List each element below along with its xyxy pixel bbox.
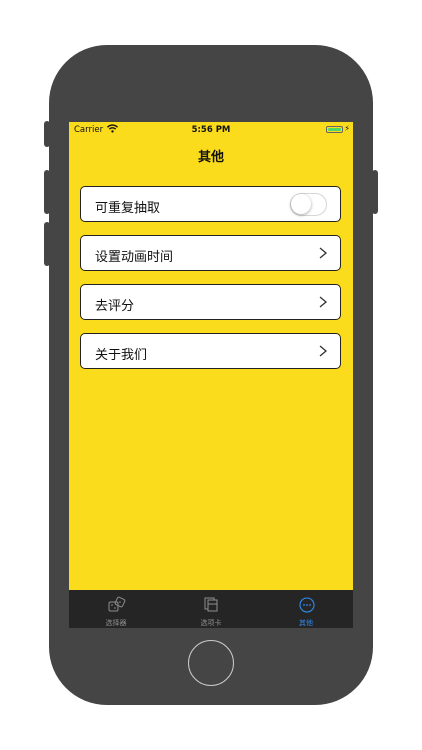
- chevron-right-icon: [319, 345, 328, 357]
- more-icon: [299, 597, 315, 613]
- row-label: 可重复抽取: [95, 201, 161, 216]
- row-rate[interactable]: 去评分: [80, 284, 341, 320]
- tab-other[interactable]: 其他: [259, 590, 353, 628]
- tab-bar: 选择器 选项卡 其他: [69, 590, 353, 628]
- repeat-draw-toggle[interactable]: [290, 193, 327, 216]
- volume-up-button: [44, 170, 50, 214]
- volume-down-button: [44, 222, 50, 266]
- toggle-knob: [291, 194, 311, 214]
- row-label: 关于我们: [95, 348, 148, 363]
- chevron-right-icon: [319, 247, 328, 259]
- status-time: 5:56 PM: [191, 125, 231, 135]
- mute-switch: [44, 121, 50, 147]
- row-repeat-draw[interactable]: 可重复抽取: [80, 186, 341, 222]
- app-screen: Carrier 5:56 PM ⚡ 其他 可重复抽取 设置动画时间 去评分 关于…: [69, 122, 353, 628]
- tab-label: 其他: [299, 619, 313, 627]
- chevron-right-icon: [319, 296, 328, 308]
- page-title: 其他: [197, 150, 224, 165]
- home-button[interactable]: [188, 640, 234, 686]
- dice-icon: [108, 596, 126, 612]
- row-about-us[interactable]: 关于我们: [80, 333, 341, 369]
- battery-icon: [326, 126, 343, 133]
- power-button: [372, 170, 378, 214]
- tab-label: 选择器: [105, 619, 127, 627]
- tab-cards[interactable]: 选项卡: [164, 590, 258, 628]
- row-label: 设置动画时间: [95, 250, 174, 265]
- row-animation-time[interactable]: 设置动画时间: [80, 235, 341, 271]
- row-label: 去评分: [95, 299, 135, 314]
- cards-icon: [204, 597, 218, 612]
- tab-selector[interactable]: 选择器: [69, 590, 163, 628]
- tab-label: 选项卡: [200, 619, 222, 627]
- charging-icon: ⚡: [344, 124, 350, 133]
- status-bar: Carrier 5:56 PM ⚡: [69, 122, 353, 138]
